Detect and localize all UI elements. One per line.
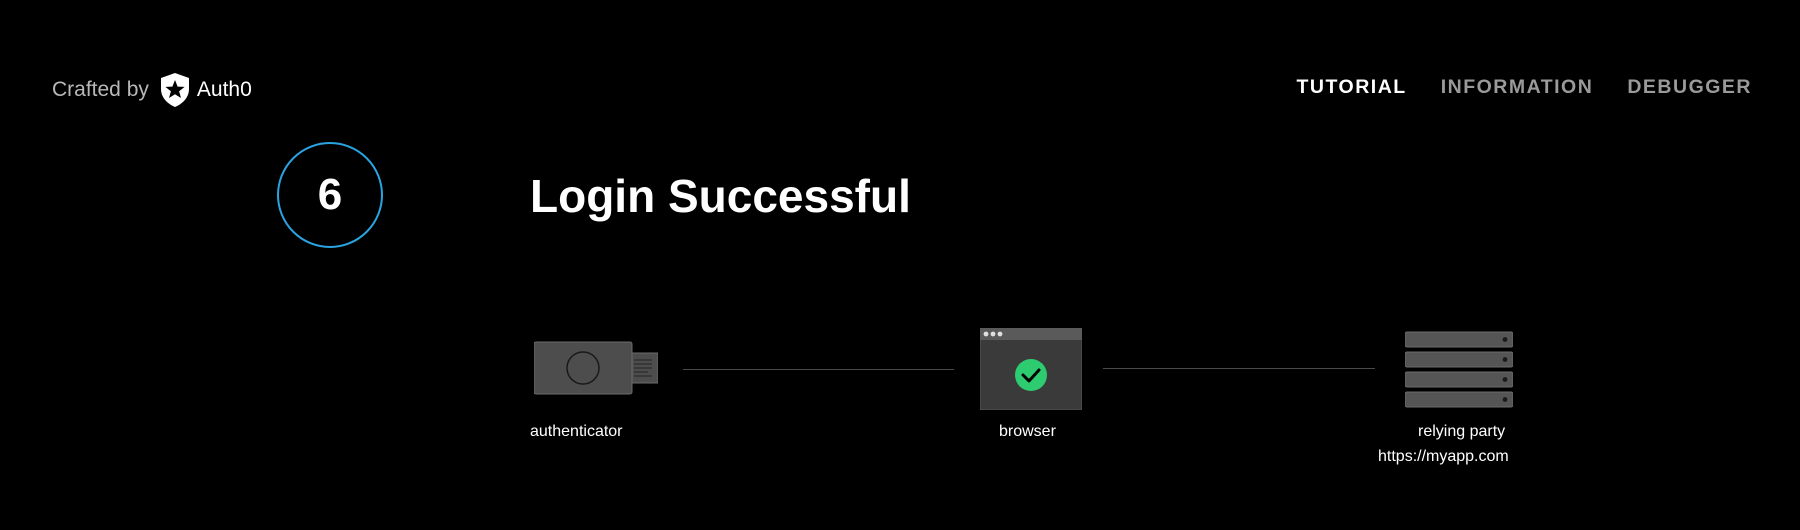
step-number: 6 (317, 170, 343, 219)
brand-name: Auth0 (196, 78, 252, 101)
browser-label: browser (999, 423, 1056, 440)
relying-party-url: https://myapp.com (1378, 448, 1509, 465)
auth0-logo-icon (160, 73, 189, 107)
nav-information[interactable]: INFORMATION (1441, 76, 1594, 99)
relying-party-label: relying party (1418, 423, 1506, 440)
step-number-badge: 6 (277, 142, 383, 248)
connector-browser-relying-party (1103, 368, 1375, 369)
server-rack-icon (1405, 330, 1513, 408)
browser-window-check-icon (980, 328, 1082, 410)
authenticator-label: authenticator (530, 423, 623, 440)
main-nav: TUTORIAL INFORMATION DEBUGGER (1296, 76, 1752, 99)
page-title: Login Successful (530, 170, 911, 222)
nav-tutorial[interactable]: TUTORIAL (1296, 76, 1406, 99)
nav-debugger[interactable]: DEBUGGER (1627, 76, 1752, 99)
connector-authenticator-browser (683, 369, 954, 370)
crafted-by: Crafted by Auth0 (52, 70, 252, 110)
security-key-icon (534, 340, 658, 396)
auth0-logo-link[interactable]: Auth0 (159, 72, 252, 108)
crafted-by-text: Crafted by (52, 78, 149, 101)
